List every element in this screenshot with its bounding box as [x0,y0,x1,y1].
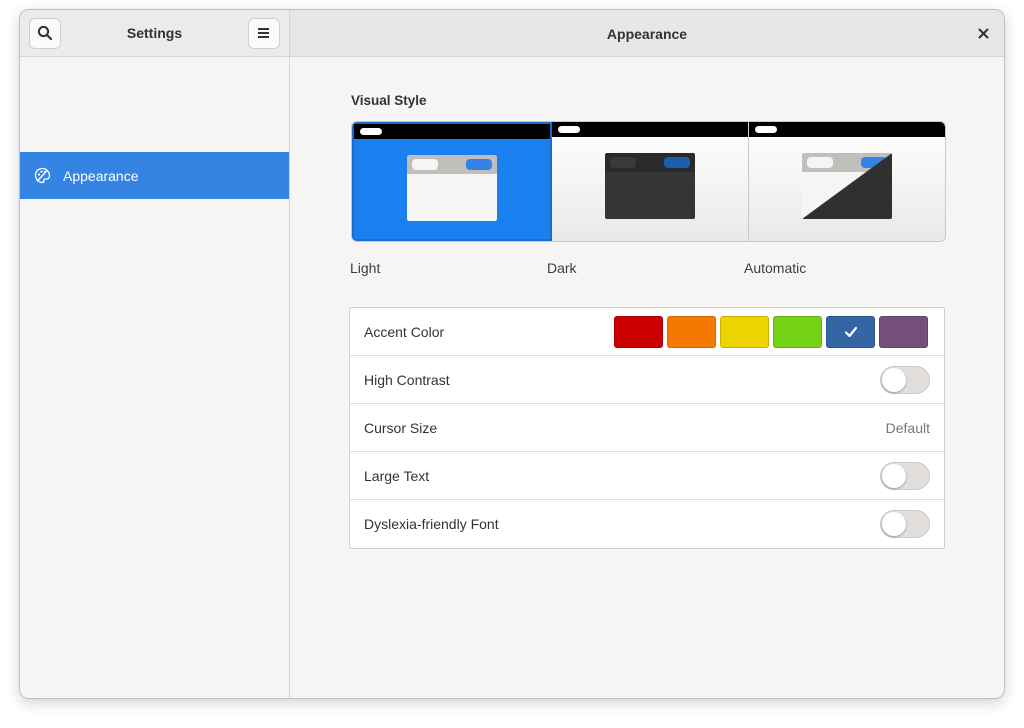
accent-swatch-red[interactable] [614,315,663,348]
preview-topbar [552,122,748,137]
dyslexia-font-toggle[interactable] [880,510,930,538]
page-title: Appearance [606,25,688,42]
dark-preview-window [605,153,695,219]
sidebar-item-appearance[interactable]: Appearance [20,152,289,199]
accent-swatch-green[interactable] [773,315,822,348]
search-icon [37,25,53,41]
high-contrast-row: High Contrast [350,356,944,404]
palette-icon [34,167,51,184]
accent-swatch-purple[interactable] [879,315,928,348]
visual-style-labels: Light Dark Automatic [350,260,946,278]
high-contrast-toggle[interactable] [880,365,930,394]
close-button[interactable] [974,24,992,42]
cursor-size-row[interactable]: Cursor Size Default [350,404,944,452]
style-label-automatic: Automatic [744,260,807,276]
style-option-light[interactable] [352,122,552,241]
accent-swatch-orange[interactable] [667,315,716,348]
automatic-preview-window [802,153,892,219]
large-text-label: Large Text [364,467,430,484]
preview-topbar [354,124,550,139]
close-icon [978,28,988,38]
appearance-settings-list: Accent Color High Contrast Cursor Size D… [349,307,945,549]
cursor-size-label: Cursor Size [364,419,438,436]
dyslexia-font-label: Dyslexia-friendly Font [364,516,499,532]
high-contrast-label: High Contrast [364,371,450,388]
accent-color-swatches [614,308,928,355]
checkmark-icon [844,326,857,337]
preview-topbar [749,122,945,137]
sidebar: Appearance [20,57,289,698]
settings-window: Settings Appearance Appearance Visual St… [19,9,1005,699]
cursor-size-value[interactable]: Default [886,420,930,436]
search-button[interactable] [29,17,61,49]
dyslexia-font-row: Dyslexia-friendly Font [350,500,944,548]
sidebar-item-label: Appearance [63,167,139,184]
style-label-dark: Dark [547,260,577,276]
main-menu-button[interactable] [247,17,280,49]
large-text-toggle[interactable] [880,461,930,490]
visual-style-selector [351,121,946,242]
appearance-panel: Visual Style Light Dark Automatic Accent… [290,57,1004,698]
accent-swatch-blue[interactable] [826,315,875,348]
accent-swatch-yellow[interactable] [720,315,769,348]
hamburger-menu-icon [257,28,269,38]
visual-style-heading: Visual Style [351,93,427,108]
style-label-light: Light [350,260,381,276]
large-text-row: Large Text [350,452,944,500]
light-preview-window [407,155,497,221]
accent-color-row: Accent Color [350,308,944,356]
style-option-automatic[interactable] [749,122,945,241]
sidebar-header: Settings [20,10,289,57]
accent-color-label: Accent Color [364,323,445,340]
main-header: Appearance [289,10,1004,57]
style-option-dark[interactable] [552,122,749,241]
sidebar-title: Settings [126,25,183,41]
